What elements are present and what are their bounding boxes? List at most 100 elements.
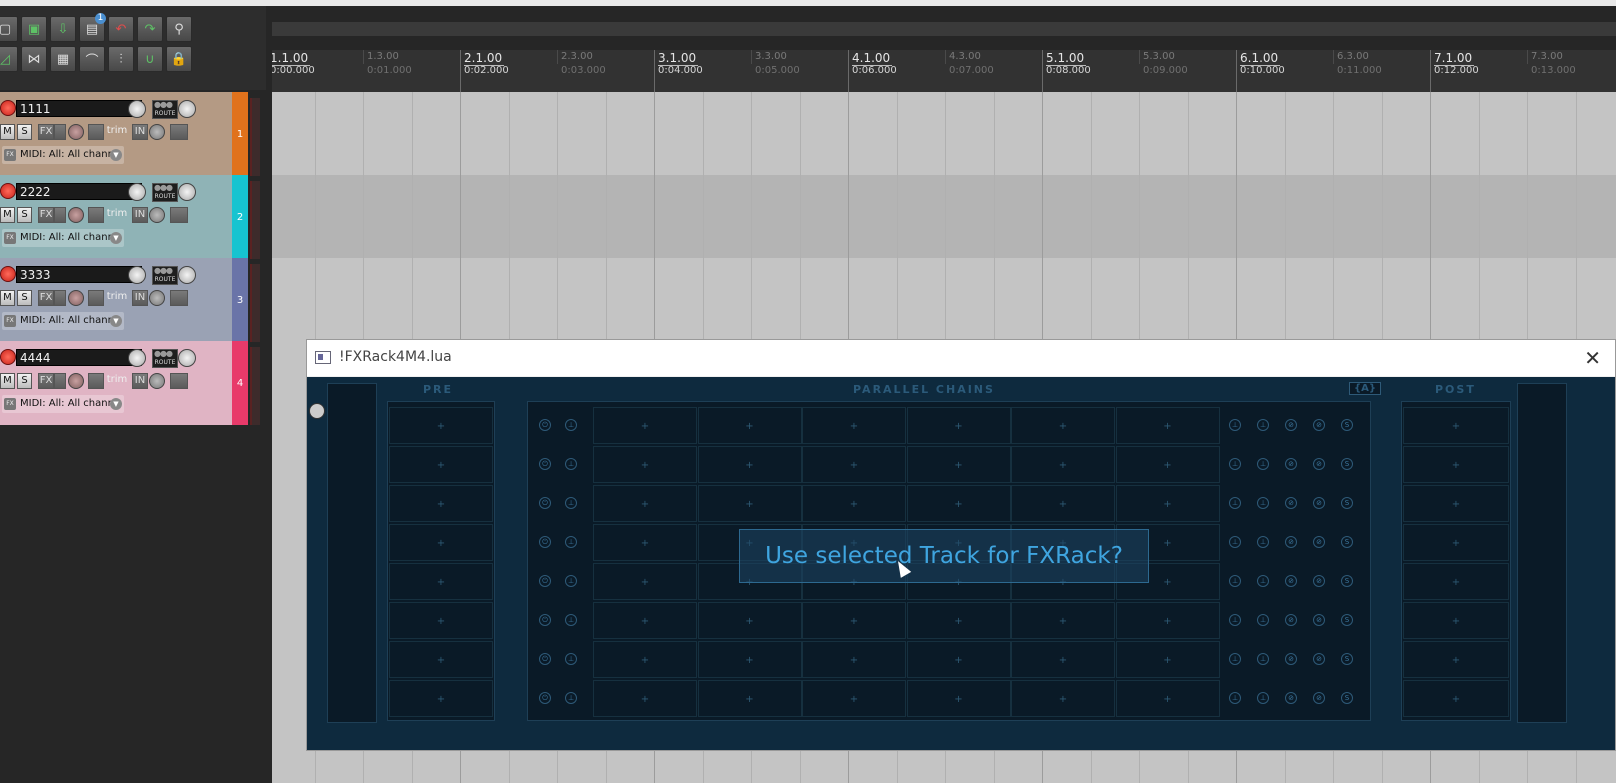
chain-slot[interactable]: + — [1115, 641, 1220, 678]
phase-icon[interactable]: ⊘ — [1285, 458, 1297, 470]
input-dropdown-icon[interactable] — [149, 373, 165, 389]
pre-slot[interactable]: + — [389, 407, 493, 444]
post-slot[interactable]: + — [1403, 680, 1509, 717]
pre-slot[interactable]: + — [389, 680, 493, 717]
chevron-down-icon[interactable]: ▼ — [110, 149, 122, 161]
input-button[interactable]: IN — [132, 373, 148, 389]
phase-icon[interactable]: ⊘ — [1313, 419, 1325, 431]
input-dropdown-icon[interactable] — [149, 124, 165, 140]
pan-knob[interactable] — [178, 349, 196, 367]
record-arm-icon[interactable] — [0, 349, 16, 365]
level-knob-icon[interactable]: ⊥ — [565, 419, 577, 431]
timeline-ruler[interactable]: 1.1.00 0:00.000 1.3.00 0:01.000 2.1.00 0:02.0… — [272, 50, 1616, 93]
pre-slot[interactable]: + — [389, 446, 493, 483]
chain-slot[interactable]: + — [1115, 407, 1220, 444]
chain-mode-badge[interactable]: {A} — [1349, 382, 1381, 395]
level-knob-icon[interactable]: ⊥ — [1257, 614, 1269, 626]
lock-icon[interactable]: 🔒 — [166, 46, 192, 72]
metronome-icon[interactable]: ⚲ — [166, 16, 192, 42]
solo-icon[interactable]: S — [1341, 458, 1353, 470]
track-name-field[interactable]: 1111 — [16, 100, 142, 117]
volume-knob[interactable] — [128, 266, 146, 284]
phase-icon[interactable]: ⊘ — [1285, 692, 1297, 704]
phase-icon[interactable]: ⊘ — [1313, 575, 1325, 587]
phase-icon[interactable]: ⊘ — [1285, 653, 1297, 665]
chain-slot[interactable]: + — [802, 485, 906, 522]
project-tab-icon[interactable]: ▤ 1 — [79, 13, 106, 42]
redo-icon[interactable]: ↷ — [137, 16, 163, 42]
track-number[interactable]: 3 — [232, 258, 248, 342]
solo-button[interactable]: S — [17, 290, 32, 306]
phase-icon[interactable]: ⊘ — [1313, 497, 1325, 509]
midi-input-selector[interactable]: FX MIDI: All: All chann ▼ — [2, 395, 124, 413]
track-lane[interactable] — [272, 92, 1616, 176]
phase-icon[interactable]: ⊘ — [1285, 497, 1297, 509]
post-slot[interactable]: + — [1403, 524, 1509, 561]
trim-label[interactable]: trim — [106, 290, 128, 306]
level-knob-icon[interactable]: ⊥ — [1229, 419, 1241, 431]
trim-label[interactable]: trim — [106, 207, 128, 223]
level-knob-icon[interactable]: ⊥ — [565, 653, 577, 665]
new-project-icon[interactable]: ▢ — [0, 16, 18, 42]
chain-slot[interactable]: + — [906, 485, 1011, 522]
track-number[interactable]: 1 — [232, 92, 248, 176]
pan-knob[interactable] — [178, 100, 196, 118]
level-knob-icon[interactable]: ⊥ — [1257, 653, 1269, 665]
track-2[interactable]: 2222ROUTEMSFXtrimINFXMIDI: All: All chan… — [0, 175, 262, 259]
solo-icon[interactable]: S — [1341, 497, 1353, 509]
mute-button[interactable]: M — [0, 290, 15, 306]
level-knob-icon[interactable]: ⊥ — [565, 614, 577, 626]
solo-icon[interactable]: S — [1341, 536, 1353, 548]
mute-button[interactable]: M — [0, 124, 15, 140]
track-4[interactable]: 4444ROUTEMSFXtrimINFXMIDI: All: All chan… — [0, 341, 262, 425]
region-bar[interactable] — [272, 22, 1616, 36]
save-icon[interactable]: ▣ — [21, 16, 47, 42]
chain-slot[interactable]: + — [697, 602, 802, 639]
pre-slot[interactable]: + — [389, 602, 493, 639]
chain-slot[interactable]: + — [1115, 446, 1220, 483]
level-knob-icon[interactable]: ⊥ — [1257, 575, 1269, 587]
solo-icon[interactable]: S — [1341, 419, 1353, 431]
track-name-field[interactable]: 3333 — [16, 266, 142, 283]
power-icon[interactable]: ⏻ — [539, 614, 551, 626]
chain-slot[interactable]: + — [593, 524, 697, 561]
undo-icon[interactable]: ↶ — [108, 16, 134, 42]
pre-slot[interactable]: + — [389, 563, 493, 600]
chain-slot[interactable]: + — [1115, 602, 1220, 639]
chain-slot[interactable]: + — [802, 602, 906, 639]
chain-slot[interactable]: + — [906, 407, 1011, 444]
chain-slot[interactable]: + — [1011, 641, 1115, 678]
pre-slot[interactable]: + — [389, 485, 493, 522]
chain-slot[interactable]: + — [1011, 407, 1115, 444]
phase-icon[interactable]: ⊘ — [1285, 536, 1297, 548]
level-knob-icon[interactable]: ⊥ — [565, 575, 577, 587]
open-icon[interactable]: ⇩ — [50, 16, 76, 42]
chain-slot[interactable]: + — [1011, 446, 1115, 483]
chain-slot[interactable]: + — [697, 641, 802, 678]
magnet-icon[interactable]: ∪ — [137, 46, 163, 72]
post-slot[interactable]: + — [1403, 602, 1509, 639]
phase-icon[interactable]: ⊘ — [1313, 653, 1325, 665]
chain-slot[interactable]: + — [593, 680, 697, 717]
track-lane[interactable] — [272, 258, 1616, 342]
chain-slot[interactable]: + — [1011, 680, 1115, 717]
chain-slot[interactable]: + — [906, 446, 1011, 483]
monitor-icon[interactable] — [170, 124, 188, 140]
fx-button[interactable]: FX — [38, 373, 54, 389]
level-knob-icon[interactable]: ⊥ — [1229, 458, 1241, 470]
chevron-down-icon[interactable]: ▼ — [110, 398, 122, 410]
trim-label[interactable]: trim — [106, 373, 128, 389]
power-icon[interactable]: ⏻ — [539, 575, 551, 587]
phase-icon[interactable]: ⊘ — [1313, 614, 1325, 626]
midi-input-selector[interactable]: FX MIDI: All: All chann ▼ — [2, 146, 124, 164]
mute-button[interactable]: M — [0, 373, 15, 389]
phase-icon[interactable]: ⊘ — [1285, 575, 1297, 587]
pre-slot[interactable]: + — [389, 524, 493, 561]
power-icon[interactable]: ⏻ — [539, 536, 551, 548]
route-button[interactable]: ROUTE — [152, 92, 178, 119]
input-button[interactable]: IN — [132, 207, 148, 223]
power-icon[interactable]: ⏻ — [539, 653, 551, 665]
chain-slot[interactable]: + — [1011, 485, 1115, 522]
solo-icon[interactable]: S — [1341, 614, 1353, 626]
level-knob-icon[interactable]: ⊥ — [1229, 536, 1241, 548]
